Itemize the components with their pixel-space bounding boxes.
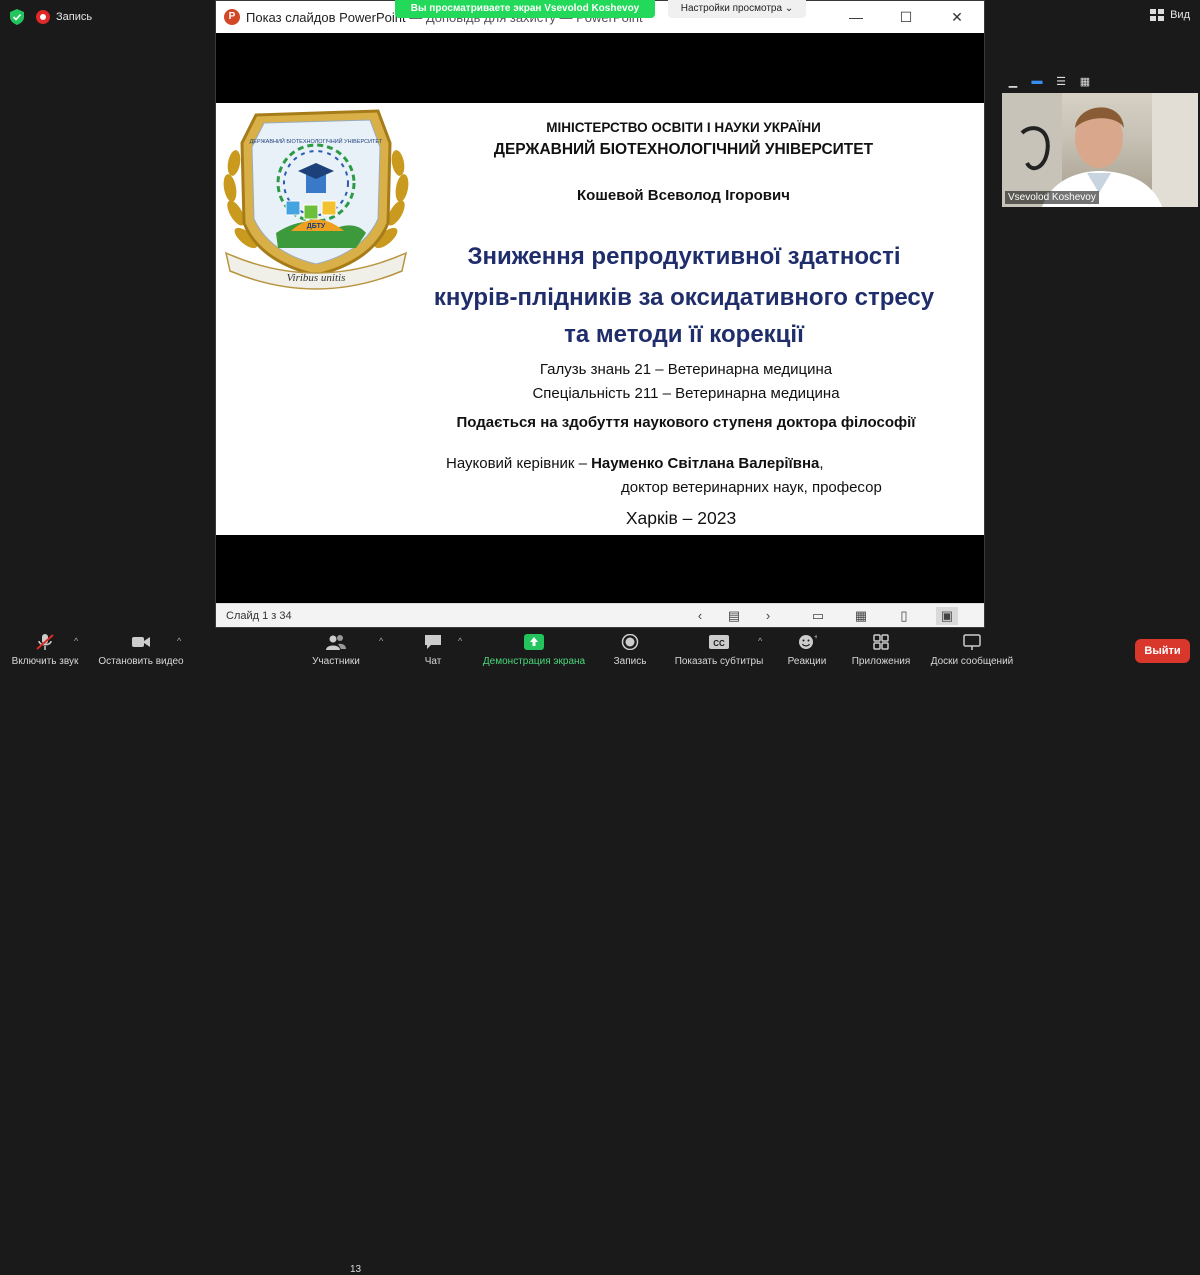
captions-caret-icon[interactable]: ^ (758, 636, 762, 646)
normal-view-icon[interactable]: ▭ (807, 607, 829, 625)
close-icon[interactable]: ✕ (947, 7, 967, 27)
record-label: Запись (613, 656, 647, 667)
record-button[interactable]: Запись (608, 634, 652, 674)
title-slide[interactable]: ДБТУ ДЕРЖАВНИЙ БІОТЕХНОЛОГІЧНИЙ УНІВЕРСИ… (216, 103, 984, 535)
slide-menu-icon[interactable]: ▤ (723, 607, 745, 625)
chevron-down-icon: ⌄ (784, 3, 794, 14)
strip-view-icon[interactable]: ☰ (1054, 75, 1068, 89)
whiteboard-icon (963, 634, 981, 650)
university-heading: ДЕРЖАВНИЙ БІОТЕХНОЛОГІЧНИЙ УНІВЕРСИТЕТ (493, 141, 874, 158)
supervisor-name: Науменко Світлана Валеріївна (591, 455, 820, 472)
powerpoint-logo-icon: P (224, 9, 240, 25)
field-of-knowledge: Галузь знань 21 – Ветеринарна медицина (539, 361, 833, 378)
stop-video-label: Остановить видео (98, 656, 184, 667)
thesis-title-line-3: та методи її корекції (564, 321, 804, 348)
record-icon (621, 634, 639, 650)
supervisor-credentials: доктор ветеринарних наук, професор (621, 479, 882, 496)
apps-label: Приложения (851, 656, 911, 667)
microphone-muted-icon (36, 634, 54, 650)
show-captions-label: Показать субтитры (674, 656, 764, 667)
thesis-title-line-1: Зниження репродуктивної здатності (467, 243, 901, 270)
apps-button[interactable]: Приложения (848, 634, 914, 674)
speaker-view-icon[interactable]: ▬ (1030, 75, 1044, 89)
slide-counter: Слайд 1 з 34 (226, 610, 292, 622)
slideshow-status-bar: Слайд 1 з 34 ‹ ▤ › ▭ ▦ ▯ ▣ (216, 603, 984, 627)
participants-icon (326, 635, 346, 650)
thesis-title-line-2: кнурів-плідників за оксидативного стресу (433, 284, 935, 311)
audio-options-caret-icon[interactable]: ^ (74, 636, 78, 646)
view-button[interactable]: Вид (1150, 9, 1190, 21)
security-shield-icon[interactable] (10, 9, 24, 25)
reactions-button[interactable]: + Реакции (784, 634, 830, 674)
share-screen-icon (524, 634, 544, 650)
share-screen-button[interactable]: Демонстрация экрана (478, 634, 590, 674)
previous-slide-icon[interactable]: ‹ (689, 607, 711, 625)
participant-name-label: Vsevolod Koshevoy (1005, 191, 1099, 204)
svg-text:+: + (814, 634, 817, 641)
author-name: Кошевой Всеволод Ігорович (577, 187, 790, 204)
participants-button[interactable]: Участники (305, 634, 367, 674)
unmute-button[interactable]: Включить звук (6, 634, 84, 674)
reactions-smiley-icon: + (799, 634, 817, 649)
supervisor-line: Науковий керівник – Науменко Світлана Ва… (446, 455, 824, 472)
chat-caret-icon[interactable]: ^ (458, 636, 462, 646)
screen-share-banner: Вы просматриваете экран Vsevolod Koshevo… (395, 0, 655, 18)
chat-bubble-icon (425, 635, 441, 649)
whiteboards-label: Доски сообщений (930, 656, 1014, 667)
participants-label: Участники (312, 656, 360, 667)
slide-show-area: ДБТУ ДЕРЖАВНИЙ БІОТЕХНОЛОГІЧНИЙ УНІВЕРСИ… (216, 33, 984, 603)
participant-video[interactable]: Vsevolod Koshevoy (1002, 93, 1198, 207)
minimize-icon[interactable]: — (846, 7, 866, 27)
reactions-label: Реакции (787, 656, 827, 667)
whiteboards-button[interactable]: Доски сообщений (926, 634, 1018, 674)
leave-meeting-button[interactable]: Выйти (1135, 639, 1190, 663)
participant-count: 13 (350, 1264, 362, 1275)
closed-captions-icon: CC (709, 635, 729, 649)
logo-motto: Viribus unitis (287, 272, 346, 284)
recording-indicator[interactable]: Запись (36, 8, 92, 26)
unmute-label: Включить звук (11, 656, 79, 667)
show-captions-button[interactable]: CC Показать субтитры (670, 634, 768, 674)
view-label: Вид (1170, 9, 1190, 21)
participant-camera-image (1002, 93, 1198, 207)
participants-caret-icon[interactable]: ^ (379, 636, 383, 646)
minimize-panel-icon[interactable]: ▁ (1006, 75, 1020, 89)
supervisor-comma: , (819, 455, 824, 472)
window-title-main: Показ слайдов PowerPoint (246, 10, 406, 25)
grid-view-icon (1150, 9, 1165, 21)
slide-sorter-icon[interactable]: ▦ (850, 607, 872, 625)
share-screen-label: Демонстрация экрана (482, 656, 586, 667)
logo-abbreviation: ДБТУ (307, 223, 326, 230)
apps-icon (873, 634, 889, 650)
gallery-view-icon[interactable]: ▦ (1078, 75, 1092, 89)
chat-label: Чат (424, 656, 442, 667)
meeting-toolbar: Включить звук ^ Остановить видео ^ Участ… (0, 628, 1200, 1275)
stop-video-button[interactable]: Остановить видео (94, 634, 188, 674)
slideshow-view-icon[interactable]: ▣ (936, 607, 958, 625)
reading-view-icon[interactable]: ▯ (893, 607, 915, 625)
powerpoint-window: P Показ слайдов PowerPoint — Доповідь дл… (215, 0, 985, 628)
supervisor-label: Науковий керівник – (446, 455, 592, 472)
next-slide-icon[interactable]: › (757, 607, 779, 625)
video-camera-icon (132, 637, 150, 647)
svg-text:CC: CC (713, 639, 725, 648)
participant-video-panel: ▁ ▬ ☰ ▦ Vsevolod Koshevoy (1002, 71, 1198, 207)
maximize-icon[interactable]: ☐ (896, 7, 916, 27)
logo-arc-text: ДЕРЖАВНИЙ БІОТЕХНОЛОГІЧНИЙ УНІВЕРСИТЕТ (250, 137, 383, 145)
record-dot-icon (36, 10, 50, 24)
city-year: Харків – 2023 (625, 508, 737, 528)
degree-statement: Подається на здобуття наукового ступеня … (456, 414, 916, 431)
view-settings-dropdown[interactable]: Настройки просмотра ⌄ (668, 0, 806, 18)
video-panel-toolbar: ▁ ▬ ☰ ▦ (1002, 71, 1198, 93)
view-settings-label: Настройки просмотра (680, 3, 783, 14)
specialty: Спеціальність 211 – Ветеринарна медицина (532, 385, 840, 402)
video-options-caret-icon[interactable]: ^ (177, 636, 181, 646)
ministry-heading: МІНІСТЕРСТВО ОСВІТИ І НАУКИ УКРАЇНИ (546, 120, 821, 135)
recording-label: Запись (56, 11, 93, 23)
chat-button[interactable]: Чат (418, 634, 448, 674)
